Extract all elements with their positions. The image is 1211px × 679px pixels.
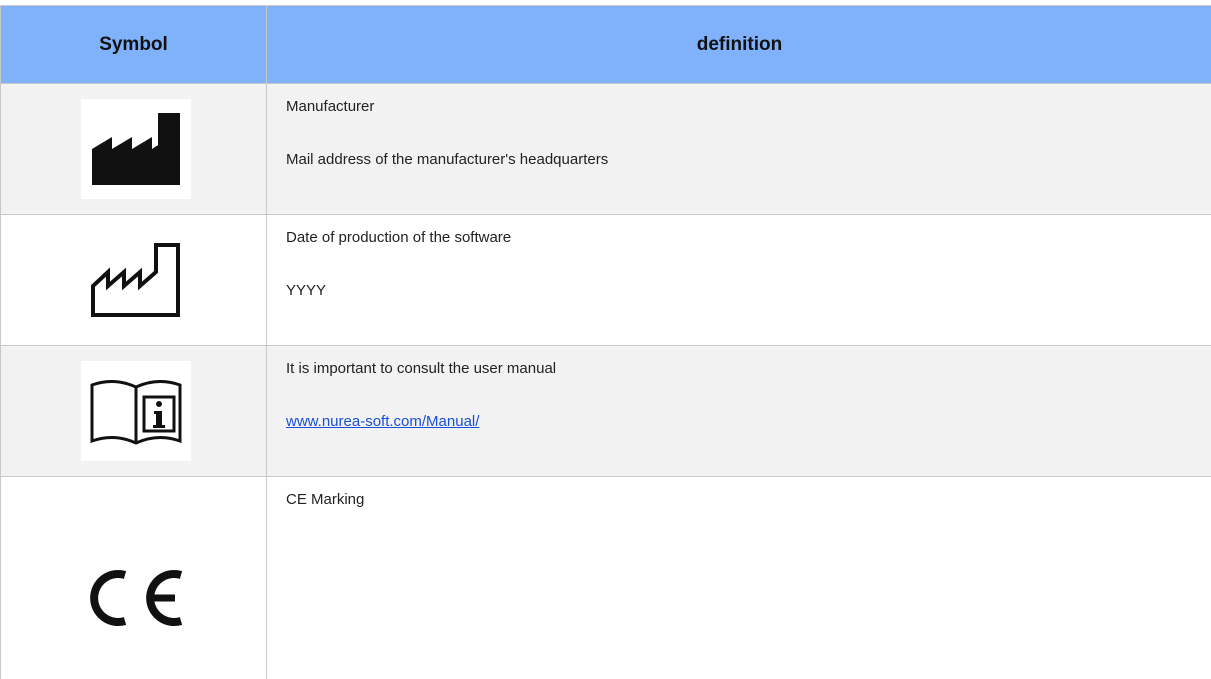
date-of-manufacture-icon bbox=[81, 230, 191, 330]
header-symbol: Symbol bbox=[1, 6, 267, 83]
definition-title: Date of production of the software bbox=[286, 229, 512, 246]
consult-instructions-icon bbox=[81, 361, 191, 461]
definition-title: It is important to consult the user manu… bbox=[286, 360, 557, 377]
definition-title: Manufacturer bbox=[286, 98, 375, 115]
symbols-table: Symbol definition Manufacturer Mail addr… bbox=[0, 5, 1211, 679]
definition-detail: YYYY bbox=[286, 282, 327, 299]
ce-marking-icon bbox=[83, 567, 193, 634]
manual-link[interactable]: www.nurea-soft.com/Manual/ bbox=[286, 413, 479, 430]
symbol-cell bbox=[1, 84, 267, 214]
symbol-cell bbox=[1, 346, 267, 476]
definition-cell: Manufacturer Mail address of the manufac… bbox=[267, 84, 1211, 214]
definition-detail: Mail address of the manufacturer's headq… bbox=[286, 151, 609, 168]
definition-title: CE Marking bbox=[286, 491, 365, 508]
header-definition: definition bbox=[696, 33, 783, 55]
table-row: Date of production of the software YYYY bbox=[1, 215, 1211, 346]
table-row: Manufacturer Mail address of the manufac… bbox=[1, 84, 1211, 215]
manual-link-wrapper: www.nurea-soft.com/Manual/ bbox=[286, 413, 479, 430]
table-row: It is important to consult the user manu… bbox=[1, 346, 1211, 477]
table-row: CE Marking bbox=[1, 477, 1211, 679]
definition-cell: Date of production of the software YYYY bbox=[267, 215, 1211, 345]
definition-cell: CE Marking bbox=[267, 477, 1211, 679]
manufacturer-icon bbox=[81, 99, 191, 199]
symbol-cell bbox=[1, 215, 267, 345]
table-header-row: Symbol definition bbox=[1, 5, 1211, 84]
symbol-cell bbox=[1, 477, 267, 679]
definition-cell: It is important to consult the user manu… bbox=[267, 346, 1211, 476]
